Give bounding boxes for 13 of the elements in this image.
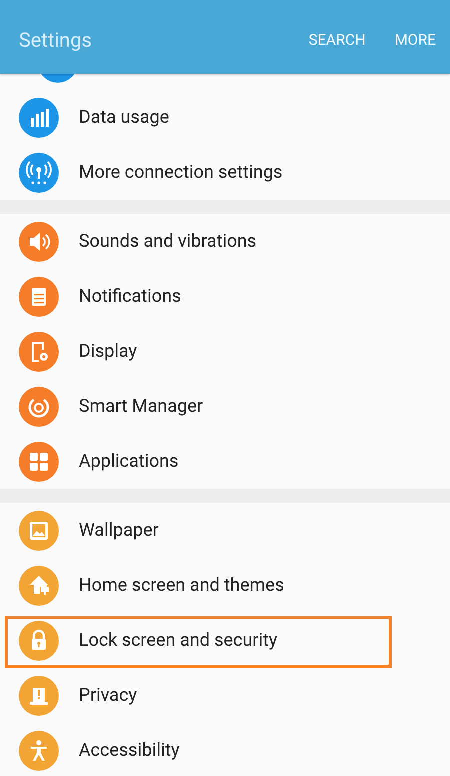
app-title: Settings <box>19 28 94 52</box>
settings-item[interactable]: Notifications <box>0 269 450 324</box>
settings-item[interactable]: Home screen and themes <box>0 558 450 613</box>
settings-item[interactable]: Lock screen and security <box>0 613 450 668</box>
settings-item[interactable]: Sounds and vibrations <box>0 214 450 269</box>
settings-item[interactable]: Data usage <box>0 90 450 145</box>
settings-item[interactable]: Display <box>0 324 450 379</box>
settings-item[interactable]: Wallpaper <box>0 503 450 558</box>
settings-item[interactable]: Accessibility <box>0 723 450 776</box>
settings-item[interactable]: Smart Manager <box>0 379 450 434</box>
settings-item[interactable]: More connection settings <box>0 145 450 200</box>
settings-item[interactable]: Applications <box>0 434 450 489</box>
settings-item[interactable]: Privacy <box>0 668 450 723</box>
